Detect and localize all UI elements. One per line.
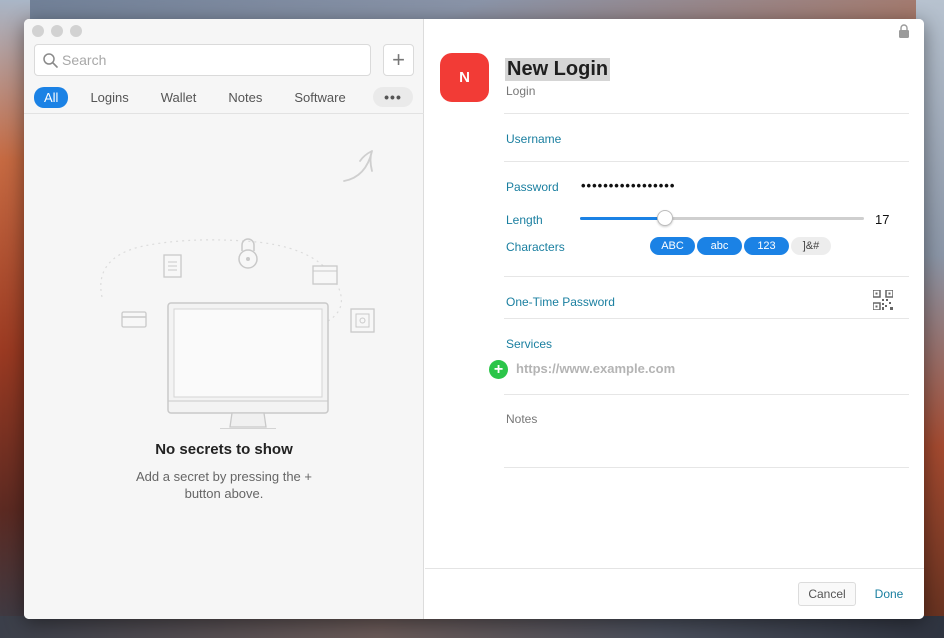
cancel-button[interactable]: Cancel [798, 582, 856, 606]
add-secret-button[interactable]: + [383, 44, 414, 76]
window-controls [32, 25, 82, 37]
more-categories-button[interactable]: ••• [373, 87, 413, 107]
characters-label: Characters [506, 240, 565, 254]
document-icon [163, 254, 182, 278]
username-label: Username [506, 132, 562, 146]
item-title[interactable]: New Login [505, 58, 611, 81]
safe-icon [350, 308, 375, 333]
secrets-list-pane: + All Logins Wallet Notes Software ••• [24, 19, 424, 619]
service-url-input[interactable] [516, 361, 896, 376]
empty-state-subtitle: Add a secret by pressing the + button ab… [136, 469, 312, 501]
tab-software[interactable]: Software [284, 87, 355, 108]
browser-window-icon [312, 265, 338, 285]
search-bar [34, 44, 371, 76]
app-window: + All Logins Wallet Notes Software ••• [24, 19, 924, 619]
lowercase-toggle[interactable]: abc [697, 237, 742, 255]
tab-all[interactable]: All [34, 87, 69, 108]
otp-label: One-Time Password [506, 295, 615, 309]
length-slider-fill [580, 217, 666, 220]
lock-icon[interactable] [898, 24, 910, 38]
password-field[interactable]: ••••••••••••••••• [581, 178, 675, 193]
divider [504, 276, 909, 277]
notes-label[interactable]: Notes [506, 412, 537, 426]
zoom-window-button[interactable] [70, 25, 82, 37]
length-label: Length [506, 213, 543, 227]
item-avatar[interactable]: N [440, 53, 489, 102]
length-slider[interactable] [580, 210, 864, 226]
empty-state-illustration [100, 150, 375, 429]
search-input[interactable] [62, 52, 370, 68]
divider [504, 318, 909, 319]
category-tabs: All Logins Wallet Notes Software [34, 87, 368, 108]
length-slider-knob[interactable] [657, 210, 674, 226]
item-editor-pane: N New Login Login Username Password ••••… [425, 19, 924, 619]
uppercase-toggle[interactable]: ABC [650, 237, 695, 255]
tab-logins[interactable]: Logins [80, 87, 138, 108]
divider [24, 113, 424, 114]
divider [504, 394, 909, 395]
item-type: Login [506, 84, 536, 98]
divider [504, 113, 909, 114]
divider [504, 161, 909, 162]
search-icon [43, 52, 58, 68]
password-label: Password [506, 180, 559, 194]
close-window-button[interactable] [32, 25, 44, 37]
divider [504, 467, 909, 468]
character-options: ABC abc 123 ]&# [650, 237, 831, 255]
add-service-button[interactable]: + [489, 360, 508, 379]
symbols-toggle[interactable]: ]&# [791, 237, 831, 255]
credit-card-icon [121, 311, 147, 328]
desktop-wallpaper-bottom [0, 616, 944, 638]
padlock-icon [238, 238, 258, 269]
empty-state-title: No secrets to show [155, 441, 293, 458]
monitor-icon [167, 302, 329, 429]
services-label: Services [506, 337, 553, 351]
tab-wallet[interactable]: Wallet [151, 87, 207, 108]
arrow-hint-icon [343, 150, 373, 182]
qr-code-icon[interactable] [873, 290, 893, 310]
minimize-window-button[interactable] [51, 25, 63, 37]
digits-toggle[interactable]: 123 [744, 237, 789, 255]
length-value: 17 [875, 212, 890, 227]
tab-notes[interactable]: Notes [218, 87, 272, 108]
footer-divider [425, 568, 924, 569]
done-button[interactable]: Done [864, 582, 914, 606]
